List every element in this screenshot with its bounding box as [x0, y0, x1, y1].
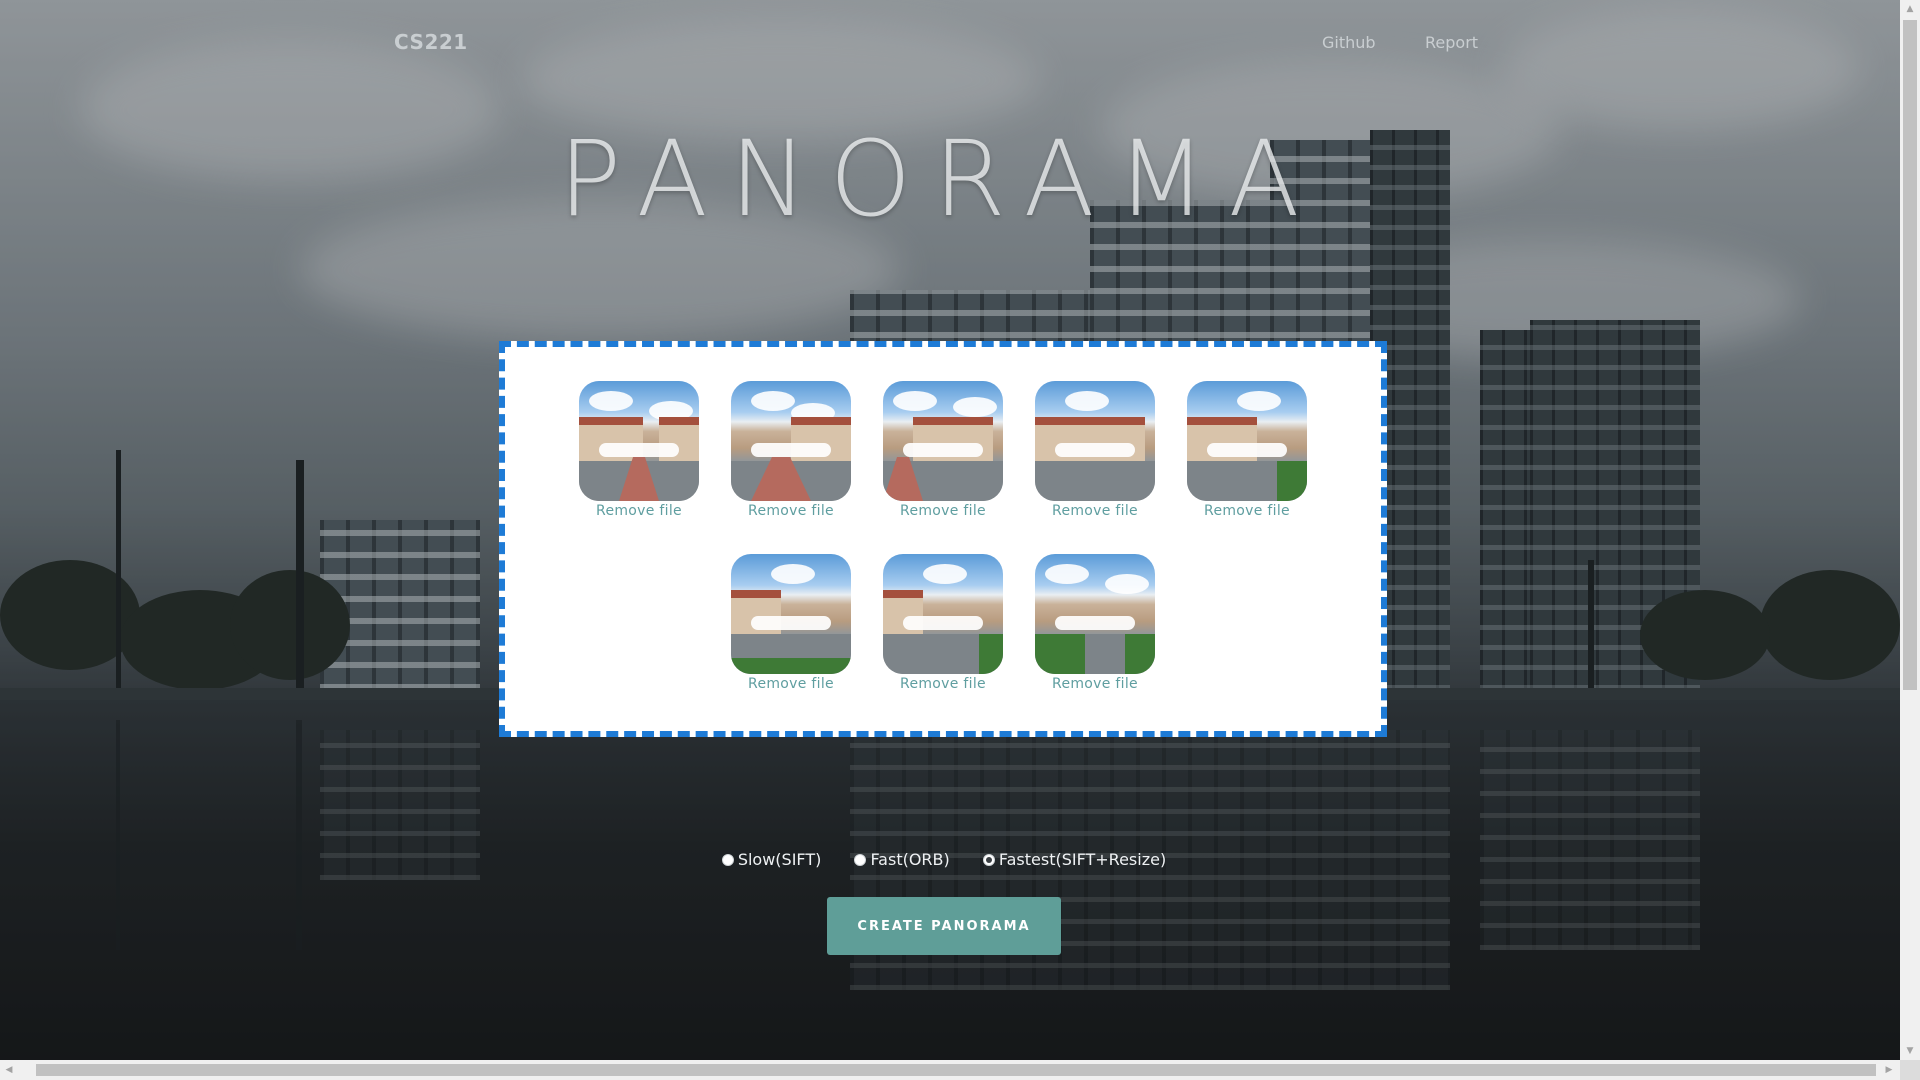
option-label: Fast(ORB) — [870, 850, 950, 869]
horizontal-scrollbar[interactable]: ◀ ▶ — [0, 1060, 1920, 1080]
filename-bar — [1055, 443, 1135, 457]
brand-logo[interactable]: CS221 — [394, 30, 468, 54]
scrollbar-corner — [1900, 1060, 1920, 1080]
remove-file-link[interactable]: Remove file — [883, 676, 1003, 692]
file-preview: Remove file — [579, 381, 699, 519]
radio-icon[interactable] — [982, 853, 995, 866]
scroll-left-arrow-icon[interactable]: ◀ — [0, 1060, 18, 1080]
remove-file-link[interactable]: Remove file — [731, 676, 851, 692]
image-thumbnail — [1035, 381, 1155, 501]
nav-link-github[interactable]: Github — [1322, 33, 1376, 52]
create-panorama-button[interactable]: CREATE PANORAMA — [827, 897, 1061, 955]
filename-bar — [1207, 443, 1287, 457]
filename-bar — [1055, 616, 1135, 630]
option-label: Fastest(SIFT+Resize) — [998, 850, 1167, 869]
option-label: Slow(SIFT) — [737, 850, 822, 869]
scroll-right-arrow-icon[interactable]: ▶ — [1880, 1060, 1898, 1080]
image-thumbnail — [579, 381, 699, 501]
vertical-scrollbar[interactable]: ▲ ▼ — [1900, 0, 1920, 1060]
horizontal-scroll-thumb[interactable] — [36, 1064, 1876, 1076]
filename-bar — [599, 443, 679, 457]
algorithm-options: Slow(SIFT) Fast(ORB) Fastest(SIFT+Resize… — [0, 850, 1888, 870]
file-preview: Remove file — [1035, 554, 1155, 692]
file-dropzone[interactable]: Remove file Remove file Remove file Remo… — [499, 341, 1387, 737]
image-thumbnail — [1035, 554, 1155, 674]
file-preview: Remove file — [1035, 381, 1155, 519]
scroll-up-arrow-icon[interactable]: ▲ — [1900, 0, 1920, 18]
image-thumbnail — [883, 381, 1003, 501]
remove-file-link[interactable]: Remove file — [579, 503, 699, 519]
remove-file-link[interactable]: Remove file — [1035, 503, 1155, 519]
file-preview: Remove file — [1187, 381, 1307, 519]
remove-file-link[interactable]: Remove file — [883, 503, 1003, 519]
remove-file-link[interactable]: Remove file — [1187, 503, 1307, 519]
filename-bar — [903, 616, 983, 630]
option-slow-sift[interactable]: Slow(SIFT) — [721, 850, 822, 869]
nav-link-report[interactable]: Report — [1425, 33, 1478, 52]
image-thumbnail — [731, 554, 851, 674]
filename-bar — [751, 616, 831, 630]
radio-icon[interactable] — [854, 853, 867, 866]
option-fastest-sift-resize[interactable]: Fastest(SIFT+Resize) — [982, 850, 1167, 869]
image-thumbnail — [1187, 381, 1307, 501]
remove-file-link[interactable]: Remove file — [1035, 676, 1155, 692]
image-thumbnail — [731, 381, 851, 501]
filename-bar — [903, 443, 983, 457]
file-preview: Remove file — [883, 554, 1003, 692]
option-fast-orb[interactable]: Fast(ORB) — [854, 850, 950, 869]
file-preview: Remove file — [883, 381, 1003, 519]
filename-bar — [751, 443, 831, 457]
remove-file-link[interactable]: Remove file — [731, 503, 851, 519]
file-preview: Remove file — [731, 554, 851, 692]
page-title: PANORAMA — [558, 118, 1322, 240]
scroll-down-arrow-icon[interactable]: ▼ — [1900, 1042, 1920, 1060]
file-preview: Remove file — [731, 381, 851, 519]
image-thumbnail — [883, 554, 1003, 674]
vertical-scroll-thumb[interactable] — [1903, 20, 1917, 690]
radio-icon[interactable] — [721, 853, 734, 866]
